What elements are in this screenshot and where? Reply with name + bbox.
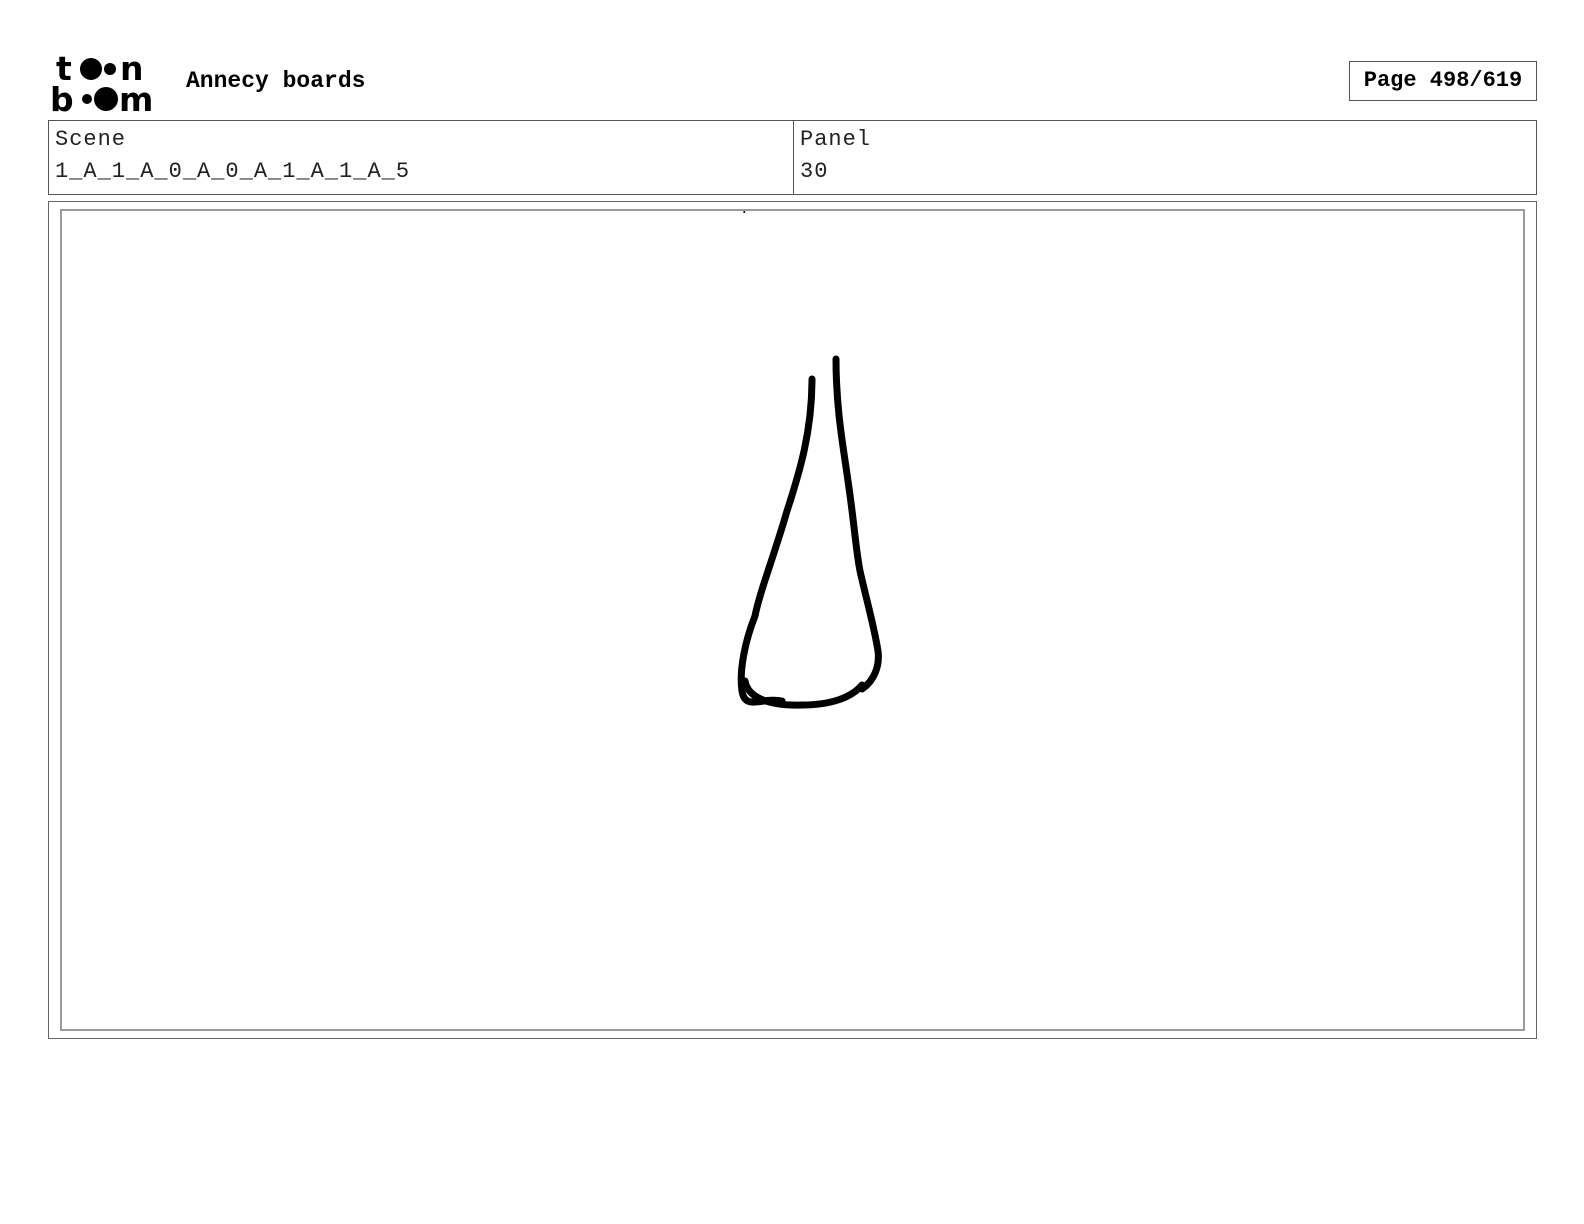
scene-cell: Scene 1_A_1_A_0_A_0_A_1_A_1_A_5	[49, 121, 794, 194]
svg-text:m: m	[119, 80, 153, 114]
panel-cell: Panel 30	[794, 121, 1536, 194]
page-number: Page 498/619	[1349, 61, 1537, 101]
panel-label: Panel	[800, 127, 872, 152]
svg-text:b: b	[50, 80, 74, 114]
scene-panel-info: Scene 1_A_1_A_0_A_0_A_1_A_1_A_5 Panel 30	[48, 120, 1537, 195]
panel-value: 30	[800, 159, 829, 184]
teardrop-drawing	[737, 211, 882, 709]
scene-value: 1_A_1_A_0_A_0_A_1_A_1_A_5	[55, 159, 411, 184]
storyboard-panel-image	[60, 209, 1525, 1031]
scene-label: Scene	[55, 127, 127, 152]
storyboard-panel-frame	[48, 201, 1537, 1039]
project-title: Annecy boards	[186, 68, 366, 94]
toonboom-logo: t n b m	[50, 50, 166, 114]
